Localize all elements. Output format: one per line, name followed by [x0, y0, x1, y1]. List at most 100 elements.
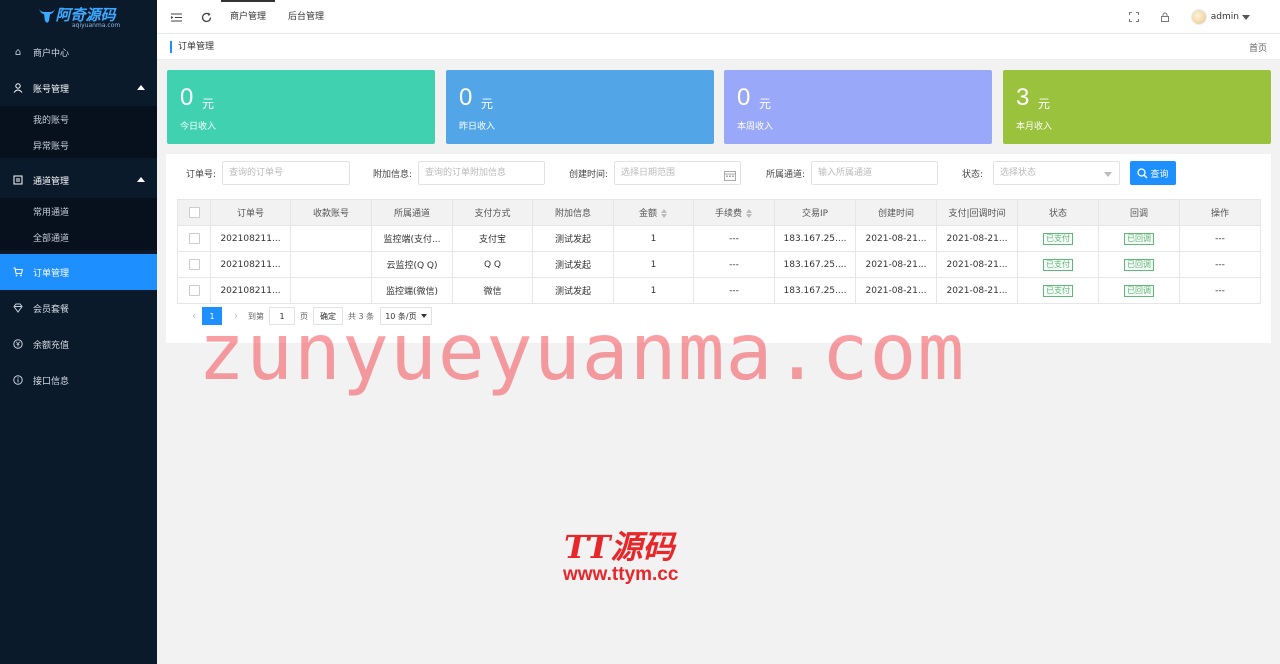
sidebar-item-membership[interactable]: 会员套餐	[0, 290, 157, 326]
callback-badge: 已回调	[1124, 232, 1154, 245]
sidebar-item-label: 会员套餐	[33, 304, 70, 315]
search-button-label: 查询	[1150, 169, 1169, 180]
stat-label: 今日收入	[180, 122, 217, 132]
cell-extra: 测试发起	[532, 251, 614, 278]
cell-callback: 已回调	[1098, 277, 1180, 304]
sort-icon[interactable]	[746, 209, 753, 218]
sort-icon[interactable]	[661, 209, 668, 218]
cell-created: 2021-08-21...	[855, 225, 937, 252]
order-no-input[interactable]: 查询的订单号	[222, 161, 351, 185]
column-header: 支付方式	[452, 199, 533, 226]
sidebar-item-common-channels[interactable]: 常用通道	[0, 198, 157, 224]
sidebar-item-label: 商户中心	[33, 48, 70, 59]
extra-info-input[interactable]: 查询的订单附加信息	[418, 161, 546, 185]
account-submenu: 我的账号 异常账号	[0, 106, 157, 158]
stat-label: 本周收入	[737, 122, 774, 132]
logo-subtitle: aqiyuanma.com	[72, 22, 121, 29]
cell-order-no: 202108211...	[210, 277, 291, 304]
column-header: 支付|回调时间	[936, 199, 1018, 226]
tab-merchant-management[interactable]: 商户管理	[221, 0, 276, 34]
cell-pay-method: 微信	[452, 277, 533, 304]
sidebar: 阿奇源码 aqiyuanma.com ⌂ 商户中心 账号管理 我的账号 异常账号…	[0, 0, 157, 664]
row-select-cell[interactable]	[177, 251, 211, 278]
watermark-logo: TT源码 www.ttym.cc	[560, 522, 720, 592]
cell-ip: 183.167.25....	[774, 225, 856, 252]
home-link[interactable]: 首页	[1249, 41, 1267, 54]
cell-callback: 已回调	[1098, 225, 1180, 252]
watermark-brand: TT源码	[564, 528, 675, 566]
sidebar-item-order-management[interactable]: 订单管理	[0, 254, 157, 290]
stat-card-today: 0 元 今日收入	[167, 70, 435, 144]
cell-fee: ---	[693, 251, 775, 278]
menu-collapse-icon[interactable]	[169, 10, 183, 24]
row-checkbox[interactable]	[188, 233, 200, 244]
sidebar-item-account-management[interactable]: 账号管理	[0, 70, 157, 106]
channel-icon	[12, 174, 24, 186]
column-header: 创建时间	[855, 199, 937, 226]
cell-account	[290, 225, 372, 252]
filter-created: 创建时间: 选择日期范围	[569, 161, 742, 185]
sidebar-item-recharge[interactable]: 余额充值	[0, 326, 157, 362]
channel-input[interactable]: 输入所属通道	[811, 161, 939, 185]
sidebar-item-abnormal-account[interactable]: 异常账号	[0, 132, 157, 158]
cell-status: 已支付	[1017, 251, 1099, 278]
sidebar-item-label: 订单管理	[33, 268, 70, 279]
stat-value: 0	[459, 84, 473, 111]
table-row: 202108211... 监控端(支付... 支付宝 测试发起 1 --- 18…	[177, 225, 1261, 252]
filter-label: 创建时间:	[569, 169, 609, 180]
row-select-cell[interactable]	[177, 225, 211, 252]
sidebar-item-my-account[interactable]: 我的账号	[0, 106, 157, 132]
column-header: 收款账号	[290, 199, 372, 226]
callback-badge: 已回调	[1124, 258, 1154, 271]
lock-icon[interactable]	[1158, 10, 1172, 24]
cell-channel: 监控端(微信)	[371, 277, 453, 304]
cell-order-no: 202108211...	[210, 251, 291, 278]
cell-op: ---	[1179, 225, 1261, 252]
row-checkbox[interactable]	[188, 259, 200, 270]
refresh-icon[interactable]	[199, 10, 213, 24]
cell-created: 2021-08-21...	[855, 277, 937, 304]
sidebar-item-channel-management[interactable]: 通道管理	[0, 162, 157, 198]
user-menu[interactable]: admin	[1190, 9, 1250, 25]
cell-account	[290, 251, 372, 278]
select-all-checkbox[interactable]	[188, 207, 200, 218]
status-badge: 已支付	[1043, 284, 1073, 297]
fullscreen-icon[interactable]	[1127, 10, 1141, 24]
sidebar-item-label: 接口信息	[33, 376, 70, 387]
cell-callback: 已回调	[1098, 251, 1180, 278]
cell-ip: 183.167.25....	[774, 277, 856, 304]
sidebar-item-label: 余额充值	[33, 340, 70, 351]
tab-admin-management[interactable]: 后台管理	[279, 0, 333, 34]
sidebar-item-api-info[interactable]: 接口信息	[0, 362, 157, 398]
sidebar-item-merchant-center[interactable]: ⌂ 商户中心	[0, 34, 157, 70]
row-checkbox[interactable]	[188, 285, 200, 296]
logo[interactable]: 阿奇源码 aqiyuanma.com	[0, 0, 157, 34]
sidebar-item-all-channels[interactable]: 全部通道	[0, 224, 157, 250]
cell-channel: 监控端(支付...	[371, 225, 453, 252]
cell-amount: 1	[613, 277, 694, 304]
filter-order-no: 订单号: 查询的订单号	[186, 161, 351, 185]
chevron-down-icon	[1242, 14, 1250, 20]
calendar-icon	[724, 168, 737, 190]
cell-op: ---	[1179, 277, 1261, 304]
cell-channel: 云监控(Q Q)	[371, 251, 453, 278]
stat-label: 本月收入	[1016, 122, 1053, 132]
watermark-text: zunyueyuanma.com	[198, 308, 966, 398]
top-bar: 商户管理 后台管理 admin	[157, 0, 1280, 34]
column-header-label: 手续费	[714, 209, 742, 219]
column-header: 订单号	[210, 199, 291, 226]
status-select[interactable]: 选择状态	[993, 161, 1121, 185]
search-button[interactable]: 查询	[1130, 161, 1176, 185]
column-header: 所属通道	[371, 199, 453, 226]
bull-logo-icon	[39, 9, 55, 23]
date-range-input[interactable]: 选择日期范围	[614, 161, 742, 185]
column-header-fee[interactable]: 手续费	[693, 199, 775, 226]
filter-extra: 附加信息: 查询的订单附加信息	[373, 161, 546, 185]
cell-status: 已支付	[1017, 277, 1099, 304]
row-select-cell[interactable]	[177, 277, 211, 304]
cell-extra: 测试发起	[532, 225, 614, 252]
stat-label: 昨日收入	[459, 122, 496, 132]
select-all-cell[interactable]	[177, 199, 211, 226]
cell-pay-method: 支付宝	[452, 225, 533, 252]
column-header-amount[interactable]: 金额	[613, 199, 694, 226]
